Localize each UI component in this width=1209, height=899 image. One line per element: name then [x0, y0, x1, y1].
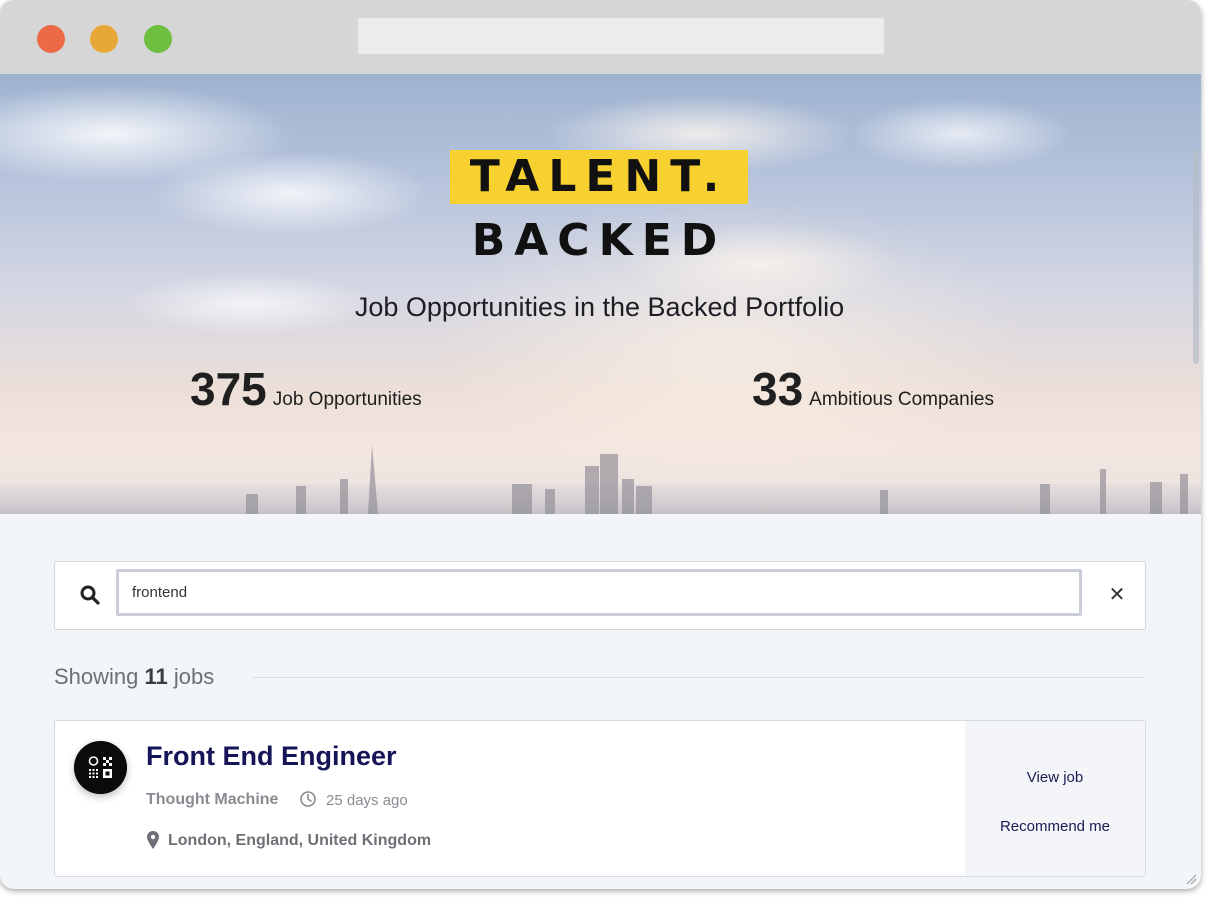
job-actions: View job Recommend me	[965, 721, 1145, 876]
city-skyline-image	[0, 444, 1201, 514]
stat-label: Job Opportunities	[272, 389, 422, 410]
job-title[interactable]: Front End Engineer	[146, 741, 397, 772]
stat-label: Ambitious Companies	[809, 389, 994, 410]
clock-icon	[300, 791, 316, 807]
stat-value: 375	[190, 363, 267, 415]
divider	[253, 677, 1145, 678]
minimize-window-button[interactable]	[90, 25, 118, 53]
address-bar[interactable]	[358, 18, 884, 54]
browser-window: TALENT. BACKED Job Opportunities in the …	[0, 0, 1201, 889]
stat-job-opportunities: 375 Job Opportunities	[190, 362, 422, 416]
hero-subtitle: Job Opportunities in the Backed Portfoli…	[354, 292, 845, 322]
resize-grip-icon[interactable]	[1185, 873, 1197, 885]
view-job-link[interactable]: View job	[965, 769, 1145, 786]
close-window-button[interactable]	[37, 25, 65, 53]
company-name[interactable]: Thought Machine	[146, 791, 278, 809]
search-bar: ✕	[54, 561, 1146, 630]
hero-banner: TALENT. BACKED Job Opportunities in the …	[0, 74, 1201, 514]
results-number: 11	[144, 664, 168, 689]
stat-companies: 33 Ambitious Companies	[752, 362, 994, 416]
company-logo[interactable]	[74, 741, 127, 794]
results-suffix: jobs	[173, 664, 215, 689]
browser-titlebar	[0, 0, 1201, 74]
job-card[interactable]: Front End Engineer Thought Machine 25 da…	[54, 720, 1146, 877]
stat-value: 33	[752, 363, 804, 415]
page-scrollbar[interactable]	[1193, 150, 1199, 364]
job-location: London, England, United Kingdom	[168, 832, 432, 849]
posted-date: 25 days ago	[326, 792, 408, 809]
maximize-window-button[interactable]	[144, 25, 172, 53]
recommend-me-link[interactable]: Recommend me	[965, 818, 1145, 835]
results-prefix: Showing	[54, 664, 139, 689]
logo-talent: TALENT.	[450, 150, 748, 204]
search-icon[interactable]	[79, 584, 101, 606]
search-input[interactable]	[116, 569, 1082, 616]
logo-backed: BACKED	[471, 215, 727, 266]
close-icon[interactable]: ✕	[1105, 582, 1129, 606]
results-count: Showing 11 jobs	[54, 664, 214, 690]
location-pin-icon	[147, 831, 159, 849]
